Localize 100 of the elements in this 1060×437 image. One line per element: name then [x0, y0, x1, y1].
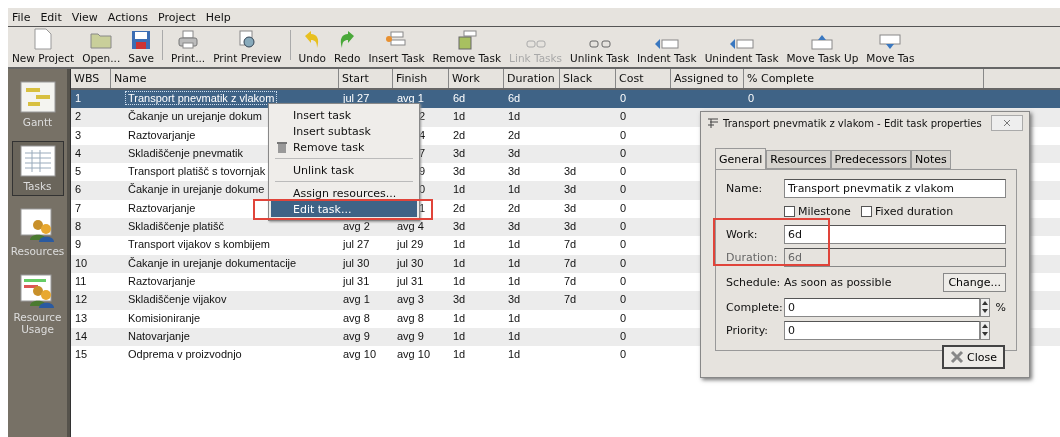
menu-item[interactable]: Actions — [107, 10, 149, 24]
close-icon[interactable] — [991, 115, 1023, 131]
table-cell: 3d — [508, 293, 521, 306]
table-cell: 0 — [748, 92, 755, 104]
table-cell: avg 8 — [397, 311, 424, 324]
table-cell: avg 10 — [343, 348, 377, 361]
toolbar-button[interactable]: Move Tas — [862, 34, 919, 64]
indent-icon — [653, 38, 680, 50]
spin-buttons-icon[interactable] — [980, 320, 990, 340]
table-cell-text: Skladiščenje platišč — [127, 219, 225, 234]
menu-entry[interactable]: Assign resources... — [271, 185, 417, 201]
column-header[interactable]: Name — [111, 69, 339, 88]
priority-field[interactable]: 0 — [784, 320, 980, 340]
people-icon — [19, 208, 56, 243]
table-cell: 7d — [564, 256, 577, 269]
sidebar-item[interactable]: Tasks — [11, 140, 64, 197]
resource-usage-icon — [19, 273, 56, 308]
toolbar-button[interactable]: Insert Task — [364, 30, 429, 64]
table-cell: 1d — [453, 183, 466, 196]
column-header[interactable]: Cost — [616, 69, 671, 88]
table-cell: 14 — [75, 329, 88, 342]
schedule-value: As soon as possible — [784, 275, 892, 289]
column-header[interactable]: Work — [449, 69, 504, 88]
toolbar-button[interactable]: Indent Task — [633, 38, 701, 64]
toolbar-button[interactable]: Redo — [330, 30, 365, 64]
table-cell-text: Raztovarjanje — [127, 273, 197, 288]
column-header[interactable]: WBS — [71, 69, 111, 88]
table-cell: 1 — [75, 92, 82, 104]
menu-entry[interactable]: Edit task... — [271, 201, 417, 217]
toolbar-button[interactable]: Unlink Task — [566, 38, 633, 64]
toolbar-button[interactable]: Print... — [167, 30, 210, 64]
menu-item[interactable]: View — [71, 10, 98, 24]
checkbox[interactable]: Fixed duration — [860, 204, 954, 218]
toolbar-button[interactable]: Print Preview — [209, 30, 286, 64]
table-cell: 3d — [564, 220, 577, 233]
table-cell: 15 — [75, 348, 88, 361]
column-header[interactable]: Finish — [393, 69, 449, 88]
column-header[interactable]: Assigned to — [671, 69, 744, 88]
toolbar-button[interactable]: Remove Task — [428, 30, 506, 64]
menu-item[interactable]: Project — [158, 10, 196, 24]
toolbar-button[interactable]: Open... — [78, 30, 125, 64]
close-icon — [950, 350, 965, 364]
change-button[interactable]: Change... — [943, 272, 1006, 292]
complete-field[interactable]: 0 — [784, 297, 980, 317]
dialog-tab[interactable]: Notes — [911, 150, 951, 169]
table-cell: 0 — [620, 110, 627, 123]
table-cell: jul 31 — [397, 274, 424, 287]
menu-item[interactable]: Edit — [40, 10, 62, 24]
column-header[interactable]: % Complete — [744, 69, 984, 88]
sidebar-item[interactable]: Resources — [11, 204, 64, 262]
toolbar-button[interactable]: New Project — [8, 28, 79, 64]
spin-buttons-icon[interactable] — [979, 297, 990, 317]
work-field[interactable]: 6d — [784, 224, 1006, 244]
table-cell: 1d — [508, 311, 521, 324]
dialog-tab[interactable]: Predecessors — [830, 150, 912, 169]
table-cell: 1d — [508, 348, 521, 361]
table-cell: 1 — [419, 201, 426, 214]
dialog-tab[interactable]: General — [715, 148, 767, 169]
checkbox[interactable]: Milestone — [784, 204, 851, 218]
printer-icon — [177, 30, 200, 50]
table-cell: 4 — [75, 146, 82, 159]
name-field[interactable]: Transport pnevmatik z vlakom — [784, 178, 1006, 198]
table-cell: 0 — [620, 183, 627, 196]
menu-entry[interactable]: Unlink task — [271, 162, 417, 178]
menu-item[interactable]: Help — [205, 10, 231, 24]
table-cell-text: Čakanje in urejanje dokume — [127, 182, 266, 197]
table-cell: avg 8 — [343, 311, 370, 324]
toolbar-button[interactable]: Unindent Task — [700, 38, 783, 64]
sidebar-item[interactable]: Gantt — [11, 77, 64, 133]
toolbar-button[interactable]: Undo — [294, 30, 330, 64]
field-label: Name: — [726, 181, 764, 195]
table-cell-text: Natovarjanje — [127, 328, 191, 343]
table-cell-text: Transport vijakov s kombijem — [127, 237, 272, 252]
table-cell: jul 27 — [343, 238, 370, 251]
toolbar-button[interactable]: Save — [124, 30, 158, 64]
column-header[interactable]: Start — [339, 69, 393, 88]
table-cell: jul 31 — [343, 274, 370, 287]
dialog-title: Transport pnevmatik z vlakom - Edit task properties — [723, 117, 983, 129]
dialog-tab[interactable]: Resources — [766, 150, 831, 169]
toolbar-button[interactable]: Move Task Up — [782, 34, 863, 64]
table-cell: 1d — [453, 256, 466, 269]
table-cell: 1d — [508, 110, 521, 123]
close-button[interactable]: Close — [942, 345, 1005, 369]
table-cell: 11 — [75, 274, 87, 287]
table-cell: 2d — [453, 201, 466, 214]
page-icon — [34, 28, 53, 50]
menu-item[interactable]: File — [12, 10, 31, 24]
table-cell: 1d — [508, 274, 521, 287]
table-cell: 8 — [75, 220, 82, 233]
table-cell-text: Komisioniranje — [127, 310, 202, 325]
table-cell: 0 — [620, 92, 627, 104]
column-header[interactable]: Slack — [560, 69, 616, 88]
table-cell: 7d — [564, 293, 577, 306]
unindent-icon — [728, 38, 755, 50]
table-cell: 3d — [453, 165, 466, 178]
sidebar-item[interactable]: Resource Usage — [11, 269, 64, 340]
table-cell-text: Raztovarjanje — [127, 127, 197, 142]
column-header[interactable]: Duration — [504, 69, 560, 88]
menu-entry[interactable]: Insert task — [271, 107, 417, 123]
table-cell: 3d — [564, 183, 577, 196]
